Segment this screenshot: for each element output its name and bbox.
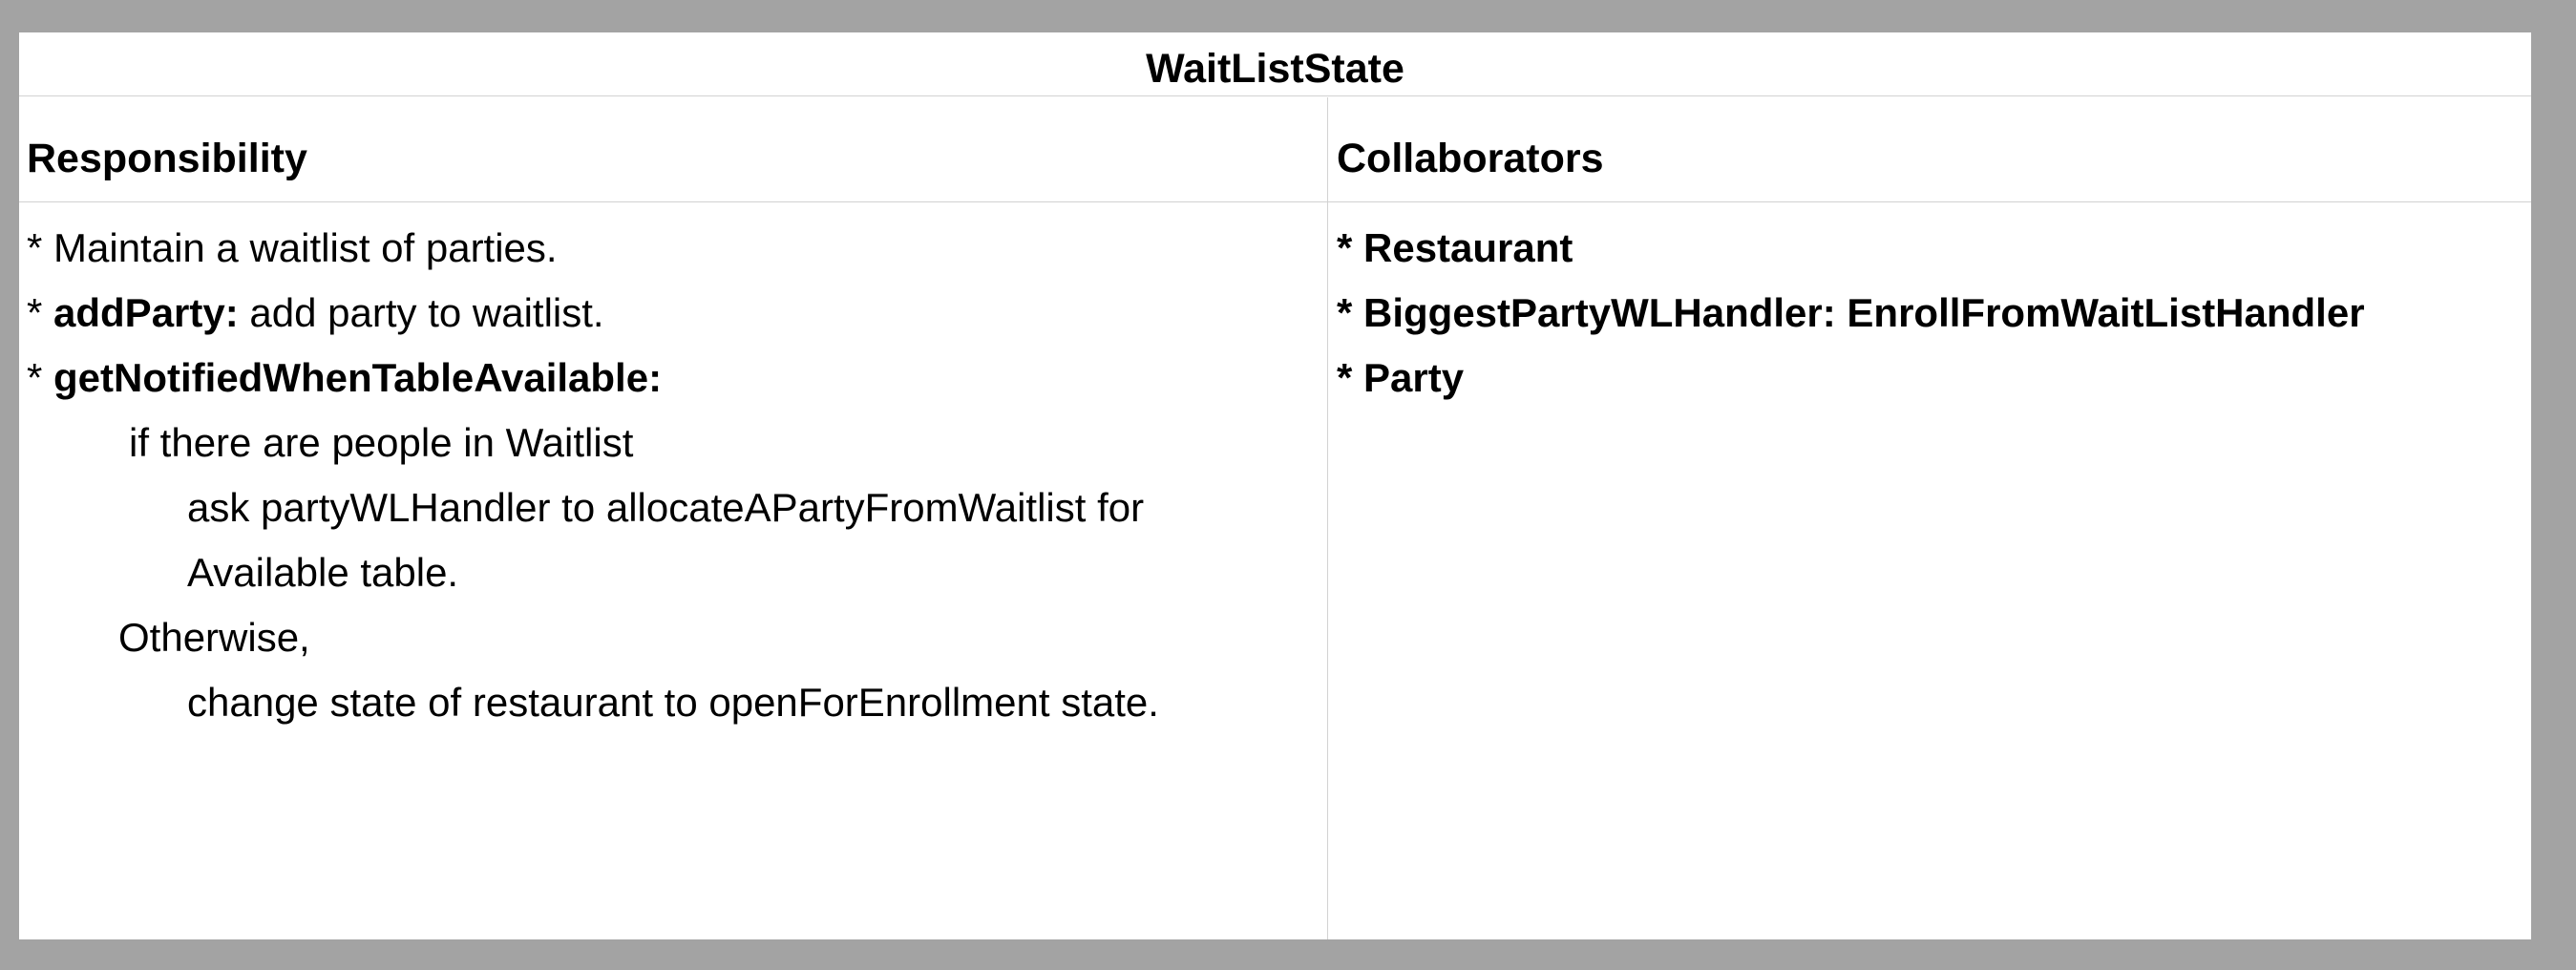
- pseudocode-line: if there are people in Waitlist: [129, 420, 634, 465]
- pseudocode-line: change state of restaurant to openForEnr…: [187, 680, 1159, 725]
- column-divider: [1327, 97, 1328, 939]
- responsibility-header: Responsibility: [27, 136, 307, 181]
- responsibility-item: * getNotifiedWhenTableAvailable:: [27, 355, 662, 401]
- pseudocode-line: ask partyWLHandler to allocateAPartyFrom…: [187, 485, 1145, 530]
- collaborator-name: * Restaurant: [1337, 225, 1573, 270]
- collaborator-name: * BiggestPartyWLHandler: EnrollFromWaitL…: [1337, 290, 2365, 335]
- collaborator-name: * Party: [1337, 355, 1465, 400]
- header-divider: [19, 201, 2531, 202]
- collaborator-item: * BiggestPartyWLHandler: EnrollFromWaitL…: [1337, 290, 2365, 336]
- bullet: *: [27, 290, 54, 335]
- pseudocode-line: Otherwise,: [118, 615, 310, 660]
- collaborator-item: * Party: [1337, 355, 1464, 401]
- method-name: addParty:: [53, 290, 239, 335]
- method-name: getNotifiedWhenTableAvailable:: [53, 355, 663, 400]
- card-title: WaitListState: [19, 32, 2531, 96]
- method-description: add party to waitlist.: [238, 290, 604, 335]
- collaborator-item: * Restaurant: [1337, 225, 1573, 271]
- bullet: *: [27, 355, 54, 400]
- pseudocode-line: Available table.: [187, 550, 459, 595]
- crc-card: WaitListState Responsibility Collaborato…: [19, 32, 2531, 939]
- responsibility-item: * addParty: add party to waitlist.: [27, 290, 604, 336]
- collaborators-header: Collaborators: [1337, 136, 1604, 181]
- responsibility-item: * Maintain a waitlist of parties.: [27, 225, 558, 270]
